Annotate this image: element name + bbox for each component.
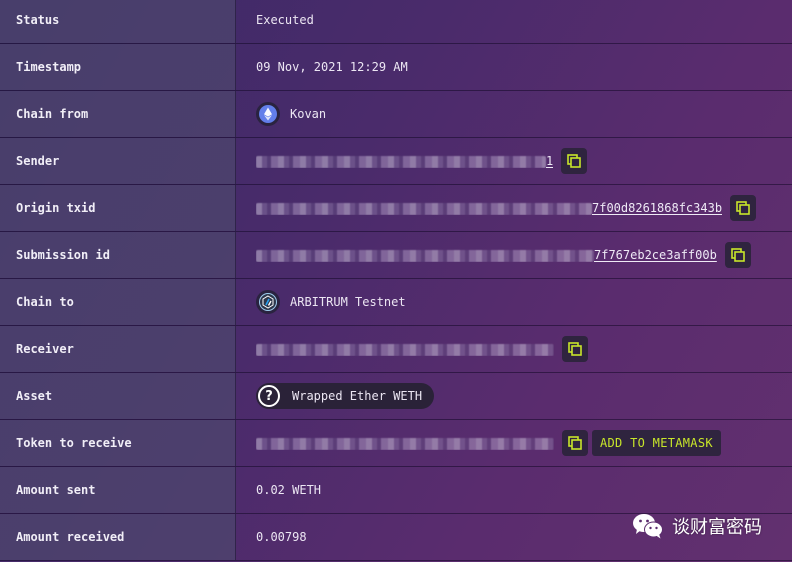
token-address-link[interactable] (256, 436, 554, 450)
status-value: Executed (256, 13, 314, 27)
row-label: Token to receive (0, 420, 236, 466)
copy-submission-id-button[interactable] (724, 242, 751, 268)
copy-token-button[interactable] (562, 430, 588, 456)
row-label: Chain from (0, 91, 236, 137)
copy-receiver-button[interactable] (562, 336, 588, 362)
row-receiver: Receiver (0, 326, 792, 373)
row-label: Origin txid (0, 185, 236, 231)
redacted-hash (256, 202, 592, 215)
row-timestamp: Timestamp 09 Nov, 2021 12:29 AM (0, 44, 792, 91)
copy-origin-txid-button[interactable] (730, 195, 757, 221)
row-origin-txid: Origin txid 7f00d8261868fc343b (0, 185, 792, 232)
copy-sender-button[interactable] (561, 148, 588, 174)
asset-value: Wrapped Ether WETH (292, 389, 423, 403)
amount-sent-value: 0.02 WETH (256, 483, 322, 497)
wechat-icon (632, 512, 664, 540)
submission-id-link[interactable]: 7f767eb2ce3aff00b (256, 248, 717, 262)
sender-address-link[interactable]: 1 (256, 154, 553, 168)
copy-icon (567, 154, 582, 168)
timestamp-value: 09 Nov, 2021 12:29 AM (256, 60, 408, 74)
row-asset: Asset ? Wrapped Ether WETH (0, 373, 792, 420)
ethereum-icon (256, 102, 280, 126)
row-amount-sent: Amount sent 0.02 WETH (0, 467, 792, 514)
chain-to-value: ARBITRUM Testnet (290, 295, 406, 309)
copy-icon (568, 342, 582, 356)
origin-txid-link[interactable]: 7f00d8261868fc343b (256, 201, 722, 215)
row-token-to-receive: Token to receive ADD TO METAMASK (0, 420, 792, 467)
redacted-hash (256, 249, 594, 262)
amount-received-value: 0.00798 (256, 530, 307, 544)
row-label: Timestamp (0, 44, 236, 90)
chain-from-value: Kovan (290, 107, 327, 121)
row-chain-to: Chain to ARBITRUM Testnet (0, 279, 792, 326)
row-label: Amount received (0, 514, 236, 560)
row-label: Receiver (0, 326, 236, 372)
row-label: Status (0, 0, 236, 43)
copy-icon (736, 201, 750, 215)
copy-icon (731, 248, 745, 262)
arbitrum-icon (256, 290, 280, 314)
receiver-address-link[interactable] (256, 342, 554, 356)
row-label: Submission id (0, 232, 236, 278)
row-label: Asset (0, 373, 236, 419)
transfer-details-table: Status Executed Timestamp 09 Nov, 2021 1… (0, 0, 792, 561)
watermark: 谈财富密码 (632, 512, 762, 540)
copy-icon (568, 436, 582, 450)
redacted-address (256, 437, 554, 450)
add-to-metamask-button[interactable]: ADD TO METAMASK (592, 430, 721, 456)
asset-pill: ? Wrapped Ether WETH (256, 383, 435, 409)
redacted-address (256, 155, 546, 168)
row-sender: Sender 1 (0, 138, 792, 185)
row-label: Amount sent (0, 467, 236, 513)
row-chain-from: Chain from Kovan (0, 91, 792, 138)
row-label: Sender (0, 138, 236, 184)
row-status: Status Executed (0, 0, 792, 44)
question-icon: ? (258, 385, 280, 407)
row-submission-id: Submission id 7f767eb2ce3aff00b (0, 232, 792, 279)
watermark-text: 谈财富密码 (672, 517, 762, 538)
row-label: Chain to (0, 279, 236, 325)
redacted-address (256, 343, 554, 356)
